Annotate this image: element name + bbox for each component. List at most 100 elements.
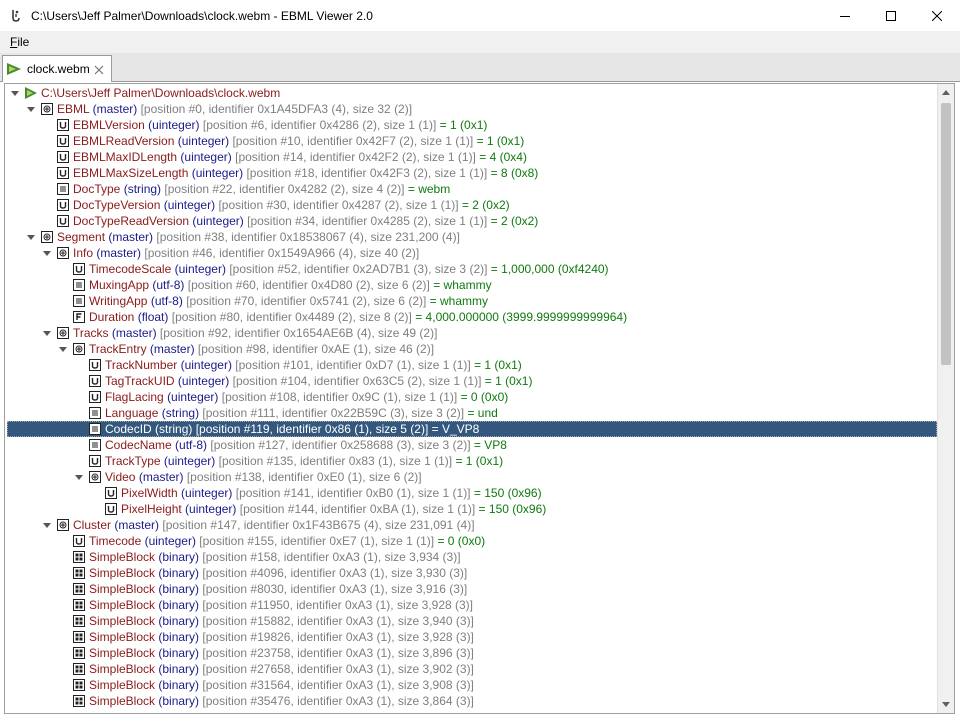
close-button[interactable] bbox=[914, 0, 960, 31]
element-meta: [position #60, identifier 0x4D80 (2), si… bbox=[187, 278, 430, 292]
tree-row[interactable]: PixelHeight (uinteger) [position #144, i… bbox=[7, 501, 937, 517]
tree-row-text: DocTypeVersion (uinteger) [position #30,… bbox=[73, 197, 510, 213]
element-meta: [position #111, identifier 0x22B59C (3),… bbox=[202, 406, 465, 420]
tree-row[interactable]: SimpleBlock (binary) [position #11950, i… bbox=[7, 597, 937, 613]
expand-toggle-icon[interactable] bbox=[41, 517, 53, 533]
element-name: Cluster bbox=[73, 518, 112, 532]
expand-toggle-icon[interactable] bbox=[57, 341, 69, 357]
expand-toggle-icon[interactable] bbox=[73, 469, 85, 485]
tree-row[interactable]: SimpleBlock (binary) [position #8030, id… bbox=[7, 581, 937, 597]
tree-row[interactable]: SimpleBlock (binary) [position #158, ide… bbox=[7, 549, 937, 565]
tree-row[interactable]: EBMLReadVersion (uinteger) [position #10… bbox=[7, 133, 937, 149]
tree-row[interactable]: SimpleBlock (binary) [position #35476, i… bbox=[7, 693, 937, 709]
scrollbar-thumb[interactable] bbox=[941, 103, 951, 365]
element-name: C:\Users\Jeff Palmer\Downloads\clock.web… bbox=[41, 86, 281, 100]
tree-row[interactable]: SimpleBlock (binary) [position #23758, i… bbox=[7, 645, 937, 661]
tree-row[interactable]: SimpleBlock (binary) [position #4096, id… bbox=[7, 565, 937, 581]
tree-row-text: WritingApp (utf-8) [position #70, identi… bbox=[89, 293, 488, 309]
element-name: SimpleBlock bbox=[89, 582, 156, 596]
element-type: (string) bbox=[123, 182, 162, 196]
tree-row[interactable]: SimpleBlock (binary) [position #31564, i… bbox=[7, 677, 937, 693]
tree-row[interactable]: CodecName (utf-8) [position #127, identi… bbox=[7, 437, 937, 453]
tree-row[interactable]: Info (master) [position #46, identifier … bbox=[7, 245, 937, 261]
tree-row[interactable]: FlagLacing (uinteger) [position #108, id… bbox=[7, 389, 937, 405]
tree-row[interactable]: C:\Users\Jeff Palmer\Downloads\clock.web… bbox=[7, 85, 937, 101]
tree-row[interactable]: CodecID (string) [position #119, identif… bbox=[7, 421, 937, 437]
tree-row-text: SimpleBlock (binary) [position #19826, i… bbox=[89, 629, 474, 645]
tree-row[interactable]: Video (master) [position #138, identifie… bbox=[7, 469, 937, 485]
tree-row[interactable]: TrackNumber (uinteger) [position #101, i… bbox=[7, 357, 937, 373]
tree-row[interactable]: SimpleBlock (binary) [position #27658, i… bbox=[7, 661, 937, 677]
title-bar: C:\Users\Jeff Palmer\Downloads\clock.web… bbox=[0, 0, 960, 31]
expand-toggle-icon[interactable] bbox=[25, 101, 37, 117]
expand-toggle-icon[interactable] bbox=[9, 85, 21, 101]
element-type: (master) bbox=[138, 470, 184, 484]
element-meta: [position #15882, identifier 0xA3 (1), s… bbox=[202, 614, 474, 628]
tree-row[interactable]: SimpleBlock (binary) [position #19826, i… bbox=[7, 629, 937, 645]
tree-row[interactable]: EBMLMaxSizeLength (uinteger) [position #… bbox=[7, 165, 937, 181]
app-icon bbox=[9, 9, 23, 23]
tree-row[interactable]: EBML (master) [position #0, identifier 0… bbox=[7, 101, 937, 117]
tree-row[interactable]: TrackEntry (master) [position #98, ident… bbox=[7, 341, 937, 357]
tab-clock-webm[interactable]: clock.webm bbox=[2, 55, 112, 82]
element-name: FlagLacing bbox=[105, 390, 164, 404]
tree-row[interactable]: TagTrackUID (uinteger) [position #104, i… bbox=[7, 373, 937, 389]
element-type: (master) bbox=[114, 518, 160, 532]
tree-row[interactable]: TimecodeScale (uinteger) [position #52, … bbox=[7, 261, 937, 277]
element-meta: [position #104, identifier 0x63C5 (2), s… bbox=[232, 374, 482, 388]
tree-row[interactable]: DocType (string) [position #22, identifi… bbox=[7, 181, 937, 197]
tree-row-text: Video (master) [position #138, identifie… bbox=[105, 469, 422, 485]
tree-row[interactable]: WritingApp (utf-8) [position #70, identi… bbox=[7, 293, 937, 309]
tree-row[interactable]: Language (string) [position #111, identi… bbox=[7, 405, 937, 421]
tree-row-text: EBMLReadVersion (uinteger) [position #10… bbox=[73, 133, 524, 149]
tree-row[interactable]: Segment (master) [position #38, identifi… bbox=[7, 229, 937, 245]
tree-row[interactable]: DocTypeVersion (uinteger) [position #30,… bbox=[7, 197, 937, 213]
tree-row[interactable]: Duration (float) [position #80, identifi… bbox=[7, 309, 937, 325]
element-type: (binary) bbox=[158, 582, 200, 596]
vertical-scrollbar[interactable] bbox=[937, 84, 954, 713]
element-type: (master) bbox=[149, 342, 195, 356]
ebml-tree[interactable]: C:\Users\Jeff Palmer\Downloads\clock.web… bbox=[5, 84, 938, 713]
element-name: TrackEntry bbox=[89, 342, 147, 356]
expand-toggle-icon[interactable] bbox=[25, 229, 37, 245]
element-meta: [position #4096, identifier 0xA3 (1), si… bbox=[202, 566, 468, 580]
tab-close-icon[interactable] bbox=[94, 64, 104, 75]
tree-row[interactable]: EBMLVersion (uinteger) [position #6, ide… bbox=[7, 117, 937, 133]
element-name: MuxingApp bbox=[89, 278, 150, 292]
tree-row[interactable]: PixelWidth (uinteger) [position #141, id… bbox=[7, 485, 937, 501]
element-meta: [position #22, identifier 0x4282 (2), si… bbox=[164, 182, 405, 196]
element-type: (uinteger) bbox=[177, 134, 230, 148]
tree-row[interactable]: EBMLMaxIDLength (uinteger) [position #14… bbox=[7, 149, 937, 165]
expand-toggle-icon[interactable] bbox=[41, 325, 53, 341]
menu-file[interactable]: File bbox=[0, 35, 39, 49]
element-name: Info bbox=[73, 246, 94, 260]
element-type: (uinteger) bbox=[191, 166, 244, 180]
element-value: = 4,000.000000 (3999.9999999999964) bbox=[415, 310, 628, 324]
minimize-button[interactable] bbox=[822, 0, 868, 31]
tree-row[interactable]: DocTypeReadVersion (uinteger) [position … bbox=[7, 213, 937, 229]
binary-element-icon bbox=[73, 615, 85, 627]
tree-row[interactable]: TrackType (uinteger) [position #135, ide… bbox=[7, 453, 937, 469]
tab-label: clock.webm bbox=[27, 62, 90, 76]
tree-row[interactable]: MuxingApp (utf-8) [position #60, identif… bbox=[7, 277, 937, 293]
expand-toggle-icon[interactable] bbox=[41, 245, 53, 261]
element-value: = 1 (0x1) bbox=[455, 454, 504, 468]
tree-row[interactable]: Cluster (master) [position #147, identif… bbox=[7, 517, 937, 533]
binary-element-icon bbox=[73, 567, 85, 579]
element-name: TagTrackUID bbox=[105, 374, 175, 388]
tree-row[interactable]: Tracks (master) [position #92, identifie… bbox=[7, 325, 937, 341]
element-name: EBML bbox=[57, 102, 90, 116]
master-element-icon bbox=[41, 103, 53, 115]
element-name: SimpleBlock bbox=[89, 662, 156, 676]
tree-row[interactable]: SimpleBlock (binary) [position #15882, i… bbox=[7, 613, 937, 629]
element-type: (string) bbox=[161, 406, 200, 420]
menu-bar: File bbox=[0, 31, 960, 53]
tree-row[interactable]: Timecode (uinteger) [position #155, iden… bbox=[7, 533, 937, 549]
element-value: = 2 (0x2) bbox=[490, 214, 539, 228]
scroll-up-button[interactable] bbox=[938, 84, 954, 101]
binary-element-icon bbox=[73, 679, 85, 691]
uinteger-element-icon bbox=[89, 375, 101, 387]
maximize-button[interactable] bbox=[868, 0, 914, 31]
tree-row-text: SimpleBlock (binary) [position #23758, i… bbox=[89, 645, 474, 661]
scroll-down-button[interactable] bbox=[938, 696, 954, 713]
